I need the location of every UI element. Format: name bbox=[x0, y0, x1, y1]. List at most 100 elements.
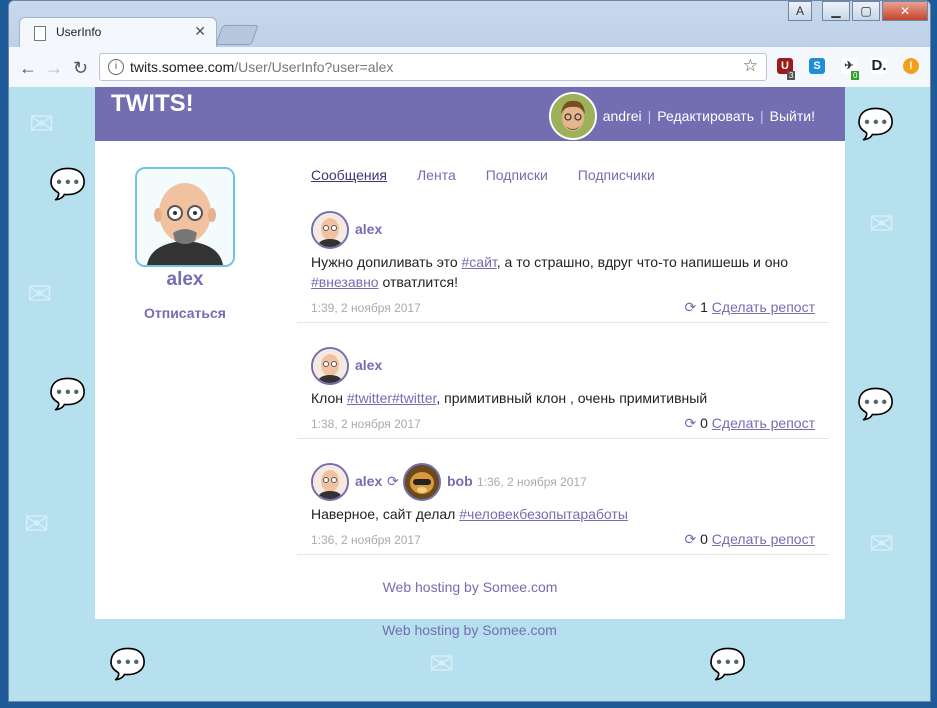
window-controls: A ▁ ▢ ✕ bbox=[786, 1, 928, 21]
post-meta: alex bbox=[297, 209, 829, 249]
site-footer-link[interactable]: Web hosting by Somee.com bbox=[95, 579, 845, 595]
browser-window: UserInfo ✕ A ▁ ▢ ✕ ← → ↻ i twits.somee.c… bbox=[0, 0, 937, 708]
title-bar: UserInfo ✕ A ▁ ▢ ✕ bbox=[9, 1, 930, 48]
author-avatar-image bbox=[313, 213, 347, 247]
edit-profile-link[interactable]: Редактировать bbox=[657, 108, 754, 124]
hashtag-link[interactable]: #внезавно bbox=[311, 274, 379, 290]
site-brand[interactable]: TWITS! bbox=[111, 90, 194, 118]
repost-icon: ⟳ bbox=[684, 415, 697, 431]
post-text-part: , а то страшно, вдруг что-то напишешь и … bbox=[496, 254, 789, 270]
new-tab-button[interactable] bbox=[215, 25, 259, 45]
envelope-bg-icon: ✉ bbox=[27, 278, 53, 311]
post-author[interactable]: alex bbox=[355, 357, 382, 373]
browser-tab[interactable]: UserInfo ✕ bbox=[19, 17, 217, 48]
author-avatar[interactable] bbox=[311, 463, 349, 501]
tab-messages[interactable]: Сообщения bbox=[311, 167, 387, 183]
post-text-part: Наверное, сайт делал bbox=[311, 506, 460, 522]
post-item: alex Нужно допиливать это #сайт, а то ст… bbox=[297, 209, 829, 323]
repost-button[interactable]: Сделать репост bbox=[712, 531, 815, 547]
repost-button[interactable]: Сделать репост bbox=[712, 415, 815, 431]
url-path: /User/UserInfo?user=alex bbox=[234, 59, 394, 75]
header-user-menu: andrei | Редактировать | Выйти! bbox=[548, 92, 815, 140]
current-user-avatar[interactable] bbox=[548, 92, 597, 140]
repost-count: 0 bbox=[700, 415, 708, 431]
repost-area: ⟳ 0 Сделать репост bbox=[684, 531, 815, 548]
post-time: 1:36, 2 ноября 2017 bbox=[311, 533, 421, 547]
site-container: TWITS! andrei | Редактировать | Выйти! a… bbox=[95, 87, 845, 619]
envelope-bg-icon: ✉ bbox=[429, 648, 455, 681]
envelope-bg-icon: ✉ bbox=[29, 108, 55, 141]
url-host: twits.somee.com bbox=[130, 59, 235, 75]
unfollow-button[interactable]: Отписаться bbox=[135, 305, 235, 321]
post-text: Наверное, сайт делал #человекбезопытараб… bbox=[311, 504, 791, 524]
back-icon[interactable]: ← bbox=[19, 58, 37, 79]
author-avatar-image bbox=[313, 349, 347, 383]
hashtag-link[interactable]: #человекбезопытаработы bbox=[459, 506, 628, 522]
page-icon bbox=[34, 26, 46, 41]
logout-link[interactable]: Выйти! bbox=[770, 108, 815, 124]
d-extension-icon[interactable]: D. bbox=[871, 58, 887, 74]
author-avatar-image bbox=[313, 465, 347, 499]
post-time: 1:39, 2 ноября 2017 bbox=[311, 301, 421, 315]
address-bar[interactable]: i twits.somee.com/User/UserInfo?user=ale… bbox=[99, 53, 767, 81]
post-item: alex Клон #twitter#twitter, примитивный … bbox=[297, 345, 829, 439]
repost-count: 1 bbox=[700, 299, 708, 315]
original-post-time: 1:36, 2 ноября 2017 bbox=[477, 475, 587, 489]
repost-count: 0 bbox=[700, 531, 708, 547]
extension-badge: 0 bbox=[851, 71, 860, 80]
post-author[interactable]: alex bbox=[355, 473, 382, 489]
browser-toolbar: ← → ↻ i twits.somee.com/User/UserInfo?us… bbox=[9, 47, 930, 88]
current-user-avatar-image bbox=[550, 94, 595, 138]
tab-following[interactable]: Подписки bbox=[486, 167, 548, 183]
browser-frame: UserInfo ✕ A ▁ ▢ ✕ ← → ↻ i twits.somee.c… bbox=[8, 0, 931, 702]
envelope-bg-icon: ✉ bbox=[869, 528, 895, 561]
separator: | bbox=[647, 108, 652, 124]
chat-bg-icon: 💬 bbox=[857, 108, 895, 141]
page-footer-link[interactable]: Web hosting by Somee.com bbox=[9, 622, 930, 638]
post-author[interactable]: alex bbox=[355, 221, 382, 237]
hashtag-link[interactable]: #сайт bbox=[462, 254, 497, 270]
post-text-part: Нужно допиливать это bbox=[311, 254, 462, 270]
hashtag-link[interactable]: #twitter#twitter bbox=[347, 390, 436, 406]
post-item: alex ⟳ bob 1:36, 2 ноября 2017 Наверное,… bbox=[297, 461, 829, 555]
current-user-link[interactable]: andrei bbox=[603, 108, 642, 124]
envelope-bg-icon: ✉ bbox=[24, 508, 50, 541]
separator: | bbox=[760, 108, 764, 124]
author-avatar[interactable] bbox=[311, 347, 349, 385]
post-meta: alex ⟳ bob 1:36, 2 ноября 2017 bbox=[297, 461, 829, 501]
post-meta: alex bbox=[297, 345, 829, 385]
repost-button[interactable]: Сделать репост bbox=[712, 299, 815, 315]
profile-avatar-image bbox=[137, 169, 233, 265]
ublock-badge: 3 bbox=[787, 71, 796, 80]
reposted-icon: ⟳ bbox=[387, 473, 399, 489]
tab-followers[interactable]: Подписчики bbox=[578, 167, 655, 183]
envelope-bg-icon: ✉ bbox=[869, 208, 895, 241]
repost-icon: ⟳ bbox=[684, 531, 697, 547]
tab-close-icon[interactable]: ✕ bbox=[194, 23, 206, 40]
original-author-avatar[interactable] bbox=[403, 463, 441, 501]
maximize-button[interactable]: ▢ bbox=[852, 1, 880, 21]
chat-bg-icon: 💬 bbox=[109, 648, 147, 681]
original-author-avatar-image bbox=[405, 465, 439, 499]
original-author[interactable]: bob bbox=[447, 473, 473, 489]
profile-tabs: Сообщения Лента Подписки Подписчики bbox=[311, 167, 685, 183]
reload-icon[interactable]: ↻ bbox=[73, 58, 88, 79]
chat-bg-icon: 💬 bbox=[857, 388, 895, 421]
alert-icon[interactable]: ! bbox=[903, 58, 919, 74]
profile-button[interactable]: A bbox=[788, 1, 812, 21]
forward-icon[interactable]: → bbox=[45, 58, 63, 79]
profile-avatar bbox=[135, 167, 235, 267]
close-window-button[interactable]: ✕ bbox=[882, 1, 928, 21]
minimize-button[interactable]: ▁ bbox=[822, 1, 850, 21]
skype-icon[interactable]: S bbox=[809, 58, 825, 74]
info-icon[interactable]: i bbox=[108, 59, 124, 75]
repost-area: ⟳ 0 Сделать репост bbox=[684, 415, 815, 432]
bookmark-star-icon[interactable]: ☆ bbox=[743, 56, 758, 76]
post-text: Нужно допиливать это #сайт, а то страшно… bbox=[311, 252, 791, 292]
page-viewport: ✉ 💬 ✉ 💬 ✉ 💬 ✉ 💬 ✉ 💬 ✉ 💬 TWITS! andrei | … bbox=[9, 87, 930, 701]
profile-name: alex bbox=[166, 269, 204, 290]
author-avatar[interactable] bbox=[311, 211, 349, 249]
post-text-part: Клон bbox=[311, 390, 347, 406]
post-time: 1:38, 2 ноября 2017 bbox=[311, 417, 421, 431]
tab-feed[interactable]: Лента bbox=[417, 167, 456, 183]
